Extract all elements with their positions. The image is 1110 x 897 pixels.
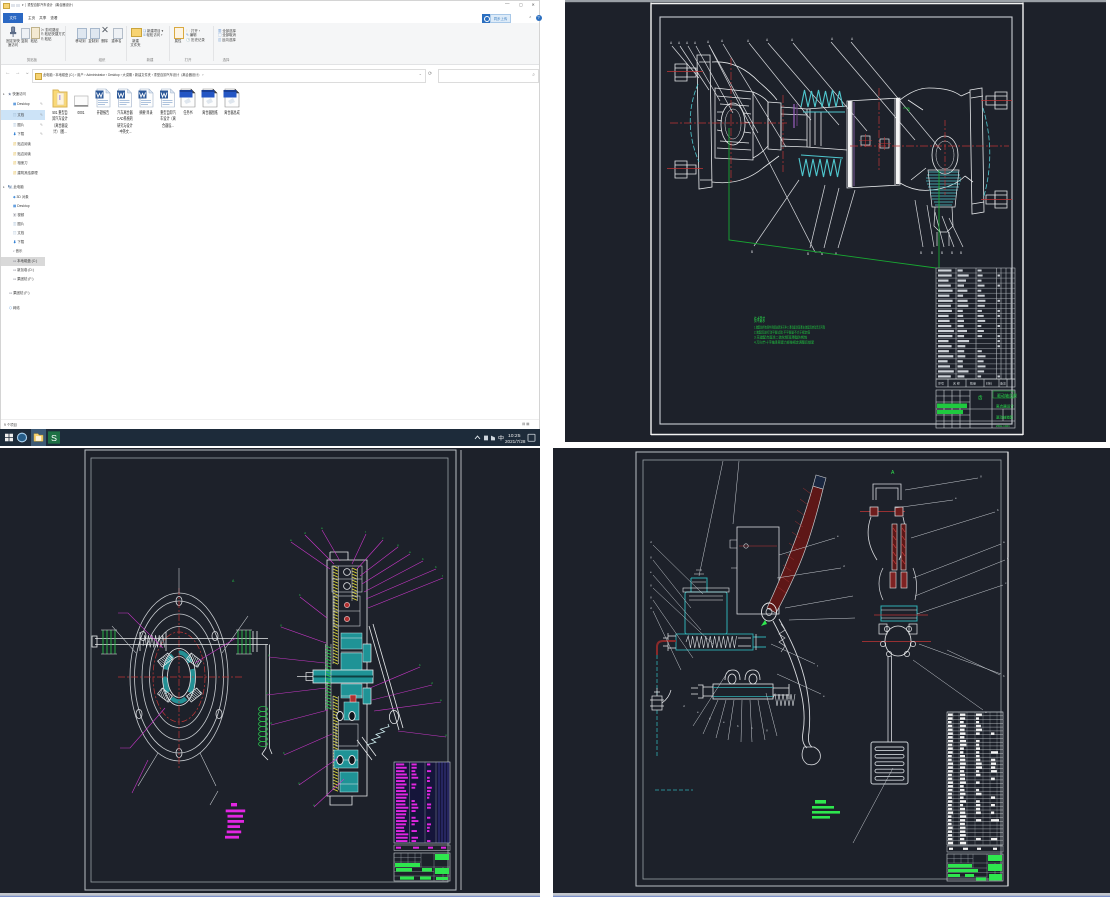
svg-text:c: c (382, 536, 384, 540)
svg-text:A: A (891, 470, 895, 476)
svg-text:A: A (747, 39, 750, 43)
svg-text:驱动轴总成: 驱动轴总成 (997, 392, 1017, 398)
svg-text:1.装配前所有零件用煤油清洗干净 2.滑动面涂润滑油 装配后: 1.装配前所有零件用煤油清洗干净 2.滑动面涂润滑油 装配后转动灵活可靠 (754, 325, 825, 330)
svg-text:A: A (707, 40, 710, 44)
svg-text:g: g (650, 555, 652, 559)
svg-text:B: B (951, 251, 953, 255)
svg-text:f: f (442, 574, 443, 578)
svg-text:e: e (650, 570, 652, 574)
svg-text:B: B (941, 251, 943, 255)
svg-text:d: d (1007, 556, 1009, 560)
svg-text:ZDH-1021: ZDH-1021 (996, 424, 1010, 428)
svg-text:数量: 数量 (970, 381, 976, 386)
svg-text:A: A (678, 41, 681, 45)
svg-text:3.花键配合面涂二硫化钼润滑脂防锈蚀: 3.花键配合面涂二硫化钼润滑脂防锈蚀 (754, 335, 808, 340)
svg-text:A: A (851, 37, 854, 41)
svg-text:e: e (823, 694, 825, 698)
svg-text:B: B (960, 251, 962, 255)
svg-text:d: d (270, 721, 272, 725)
svg-text:b: b (751, 726, 753, 730)
svg-text:中: 中 (498, 434, 504, 442)
svg-text:B: B (807, 252, 809, 256)
svg-text:B: B (920, 251, 922, 255)
svg-text:a: a (440, 698, 442, 702)
svg-text:d: d (843, 564, 845, 568)
svg-text:b: b (419, 663, 421, 667)
svg-text:b: b (435, 565, 437, 569)
svg-text:d: d (683, 704, 685, 708)
svg-text:a: a (290, 538, 292, 542)
svg-text:驱动轴装配: 驱动轴装配 (996, 415, 1014, 420)
svg-text:g: g (650, 595, 652, 599)
svg-text:b: b (422, 557, 424, 561)
svg-text:A: A (766, 38, 769, 42)
svg-text:g: g (766, 728, 768, 732)
svg-text:a: a (321, 526, 323, 530)
svg-text:名 称: 名 称 (953, 381, 960, 386)
svg-text:A: A (831, 37, 834, 41)
svg-text:序号: 序号 (938, 381, 944, 386)
svg-text:g: g (650, 583, 652, 587)
svg-text:技术要求: 技术要求 (754, 316, 765, 324)
svg-text:b: b (266, 691, 268, 695)
svg-text:d: d (431, 681, 433, 685)
svg-text:b: b (997, 508, 999, 512)
svg-text:A: A (721, 39, 724, 43)
svg-text:齿: 齿 (978, 395, 983, 401)
svg-text:b: b (737, 724, 739, 728)
svg-text:4.万向节十字轴承预紧力矩按规定调整后锁紧: 4.万向节十字轴承预紧力矩按规定调整后锁紧 (754, 340, 815, 345)
svg-text:2.装配后进行动平衡试验 不平衡量不大于规定值: 2.装配后进行动平衡试验 不平衡量不大于规定值 (754, 330, 810, 335)
svg-text:b: b (299, 593, 301, 597)
svg-text:A: A (670, 41, 673, 45)
svg-text:d: d (304, 531, 306, 535)
svg-text:f: f (365, 530, 366, 534)
svg-text:A: A (232, 579, 235, 583)
svg-text:A: A (686, 41, 689, 45)
svg-text:d: d (650, 606, 652, 610)
svg-text:B: B (751, 250, 753, 254)
svg-text:d: d (650, 540, 652, 544)
svg-text:10:25: 10:25 (508, 433, 521, 439)
svg-text:f: f (817, 664, 818, 668)
svg-text:2021/7/28: 2021/7/28 (505, 439, 526, 444)
svg-text:B: B (931, 251, 933, 255)
svg-text:离合器设计: 离合器设计 (996, 404, 1014, 409)
svg-text:b: b (1003, 674, 1005, 678)
svg-text:g: g (280, 623, 282, 627)
svg-text:e: e (723, 720, 725, 724)
svg-text:e: e (955, 496, 957, 500)
svg-text:A: A (694, 41, 697, 45)
svg-text:c: c (1005, 581, 1007, 585)
svg-text:g: g (445, 733, 447, 737)
svg-text:备注: 备注 (1000, 381, 1006, 386)
svg-text:S: S (51, 433, 57, 443)
svg-text:a: a (1003, 540, 1005, 544)
svg-text:a: a (409, 550, 411, 554)
svg-text:g: g (980, 474, 982, 478)
svg-text:材料: 材料 (986, 381, 992, 386)
svg-text:e: e (837, 534, 839, 538)
svg-text:g: g (397, 543, 399, 547)
svg-text:A: A (791, 38, 794, 42)
svg-text:e: e (697, 710, 699, 714)
